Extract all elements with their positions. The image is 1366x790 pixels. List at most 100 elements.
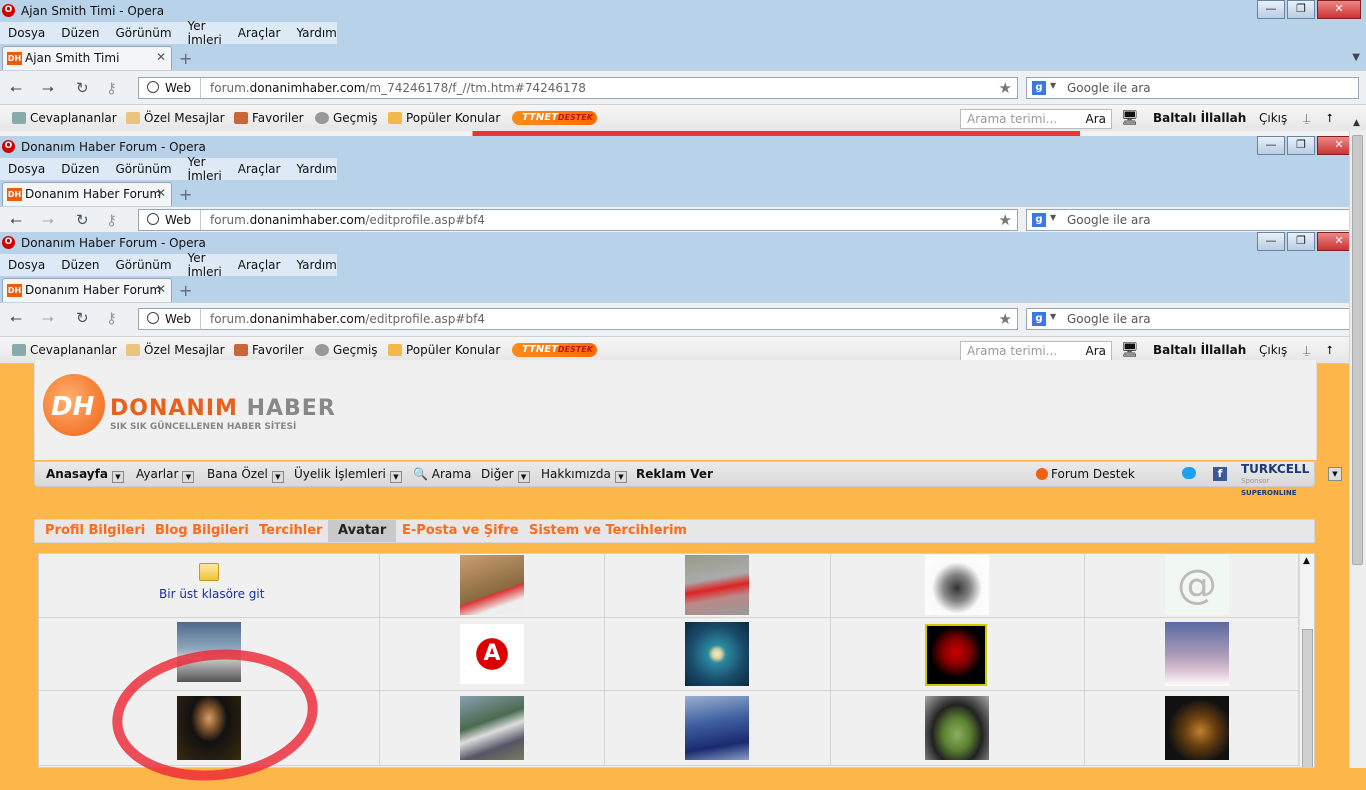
url-text[interactable]: forum.donanimhaber.com/m_74246178/f_//tm…: [210, 78, 586, 98]
nav-anasayfa[interactable]: Anasayfa ▼: [46, 462, 124, 486]
avatar-cell[interactable]: [831, 554, 1085, 618]
nav-forum-destek[interactable]: Forum Destek: [1051, 462, 1135, 486]
avatar-image-alien-poster[interactable]: [1165, 696, 1229, 760]
up-folder-cell[interactable]: Bir üst klasöre git: [39, 554, 380, 618]
url-text[interactable]: forum.donanimhaber.com/editprofile.asp#b…: [210, 210, 485, 230]
minimize-button[interactable]: —: [1257, 232, 1285, 251]
site-search-button[interactable]: Ara: [1086, 110, 1107, 128]
menu-yer-imleri[interactable]: Yer İmleri: [180, 251, 230, 279]
logo-wordmark[interactable]: DONANIM HABER: [110, 396, 336, 421]
menu-araclar[interactable]: Araçlar: [230, 162, 289, 176]
back-icon[interactable]: ⭠: [10, 309, 22, 327]
tab-eposta-sifre[interactable]: E-Posta ve Şifre: [392, 520, 529, 542]
avatar-cell[interactable]: [380, 554, 605, 618]
monitor-icon[interactable]: 🖥: [1121, 105, 1139, 131]
ttnet-destek-logo[interactable]: TTNETDESTEK: [512, 111, 597, 125]
tab-profil-bilgileri[interactable]: Profil Bilgileri: [35, 520, 155, 542]
menu-araclar[interactable]: Araçlar: [230, 26, 289, 40]
web-chip[interactable]: Web: [139, 210, 201, 230]
menu-yardim[interactable]: Yardım: [288, 258, 344, 272]
maximize-button[interactable]: ❐: [1287, 232, 1315, 251]
bookmark-populer[interactable]: Popüler Konular: [388, 105, 500, 131]
logout-link[interactable]: Çıkış: [1259, 105, 1287, 131]
bookmark-cevaplananlar[interactable]: Cevaplananlar: [12, 105, 117, 131]
url-text[interactable]: forum.donanimhaber.com/editprofile.asp#b…: [210, 309, 485, 329]
avatar-cell[interactable]: A: [380, 618, 605, 691]
address-field[interactable]: Web forum.donanimhaber.com/m_74246178/f_…: [138, 77, 1018, 99]
nav-uyelik-islemleri[interactable]: Üyelik İşlemleri ▼: [294, 462, 402, 486]
bookmark-star-icon[interactable]: ★: [999, 211, 1012, 229]
avatar-cell[interactable]: [1085, 618, 1299, 691]
nav-arama[interactable]: 🔍 Arama: [413, 462, 471, 486]
avatar-cell[interactable]: [1085, 691, 1299, 766]
chevron-down-icon[interactable]: ▼: [1352, 52, 1360, 63]
scrollbar-thumb[interactable]: [1302, 629, 1313, 767]
tab-close-icon[interactable]: ✕: [156, 282, 166, 296]
avatar-image-ice-landscape[interactable]: [685, 696, 749, 760]
menu-dosya[interactable]: Dosya: [0, 258, 53, 272]
dropdown-arrow-icon[interactable]: ▼: [1050, 81, 1056, 90]
nav-bana-ozel[interactable]: Bana Özel ▼: [207, 462, 284, 486]
new-tab-icon[interactable]: +: [179, 281, 192, 300]
minimize-button[interactable]: —: [1257, 136, 1285, 155]
avatar-cell[interactable]: [605, 691, 831, 766]
up-folder-link[interactable]: Bir üst klasöre git: [159, 587, 264, 601]
menu-dosya[interactable]: Dosya: [0, 162, 53, 176]
turkcell-sponsor-logo[interactable]: TURKCELL Sponsor SUPERONLINE: [1241, 463, 1314, 499]
maximize-button[interactable]: ❐: [1287, 136, 1315, 155]
avatar-cell[interactable]: [831, 691, 1085, 766]
address-field[interactable]: Web forum.donanimhaber.com/editprofile.a…: [138, 308, 1018, 330]
avatar-image-white-car[interactable]: [925, 555, 989, 615]
menu-araclar[interactable]: Araçlar: [230, 258, 289, 272]
menu-duzen[interactable]: Düzen: [53, 26, 107, 40]
address-field[interactable]: Web forum.donanimhaber.com/editprofile.a…: [138, 209, 1018, 231]
menu-gorunum[interactable]: Görünüm: [107, 162, 179, 176]
web-chip[interactable]: Web: [139, 309, 201, 329]
menu-gorunum[interactable]: Görünüm: [107, 258, 179, 272]
bookmark-favoriler[interactable]: Favoriler: [234, 105, 304, 131]
browser-tab[interactable]: DH Ajan Smith Timi ✕: [2, 46, 172, 70]
forward-icon[interactable]: ⭢: [42, 79, 54, 97]
avatar-image-red-figure[interactable]: [925, 624, 987, 686]
ttnet-destek-logo[interactable]: TTNETDESTEK: [512, 343, 597, 357]
google-search-field[interactable]: g ▼ Google ile ara: [1026, 77, 1359, 99]
nav-hakkimizda[interactable]: Hakkımızda ▼: [541, 462, 627, 486]
key-icon[interactable]: ⚷: [106, 79, 117, 97]
nav-diger[interactable]: Diğer ▼: [481, 462, 530, 486]
avatar-image-alien-pirate[interactable]: [925, 696, 989, 760]
menu-yer-imleri[interactable]: Yer İmleri: [180, 19, 230, 47]
nav-reklam-ver[interactable]: Reklam Ver: [636, 462, 713, 486]
site-search-field[interactable]: Arama terimi... Ara: [960, 341, 1112, 361]
menu-duzen[interactable]: Düzen: [53, 162, 107, 176]
twitter-icon[interactable]: [1182, 467, 1196, 479]
browser-tab[interactable]: DH Donanım Haber Forum ✕: [2, 278, 172, 302]
avatar-cell[interactable]: [831, 618, 1085, 691]
key-icon[interactable]: ⚷: [106, 309, 117, 327]
nav-ayarlar[interactable]: Ayarlar ▼: [136, 462, 195, 486]
forward-icon[interactable]: ⭢: [42, 211, 54, 229]
tab-tercihler[interactable]: Tercihler: [249, 520, 332, 542]
menu-duzen[interactable]: Düzen: [53, 258, 107, 272]
web-chip[interactable]: Web: [139, 78, 201, 98]
avatar-cell[interactable]: [605, 554, 831, 618]
nav-expand-icon[interactable]: ▼: [1328, 467, 1342, 481]
reload-icon[interactable]: ↻: [76, 309, 89, 327]
folder-up-icon[interactable]: [199, 563, 219, 581]
tab-avatar[interactable]: Avatar: [328, 520, 397, 542]
scroll-up-icon[interactable]: ▲: [1353, 118, 1360, 128]
avatar-grid-scrollbar[interactable]: ▲: [1299, 554, 1314, 767]
avatar-image-waterfall[interactable]: [460, 696, 524, 760]
avatar-image-winter-tree[interactable]: [1165, 622, 1229, 686]
avatar-cell[interactable]: [380, 691, 605, 766]
bookmark-gecmis[interactable]: Geçmiş: [315, 105, 378, 131]
forward-icon[interactable]: ⭢: [42, 309, 54, 327]
avatar-image-red-car[interactable]: [685, 555, 749, 615]
scrollbar-thumb[interactable]: [1352, 135, 1363, 565]
avatar-image-at-sign[interactable]: @: [1165, 555, 1229, 615]
key-icon[interactable]: ⚷: [106, 211, 117, 229]
minimize-button[interactable]: —: [1257, 0, 1285, 19]
tab-blog-bilgileri[interactable]: Blog Bilgileri: [145, 520, 259, 542]
tab-close-icon[interactable]: ✕: [156, 186, 166, 200]
reload-icon[interactable]: ↻: [76, 79, 89, 97]
menu-yer-imleri[interactable]: Yer İmleri: [180, 155, 230, 183]
